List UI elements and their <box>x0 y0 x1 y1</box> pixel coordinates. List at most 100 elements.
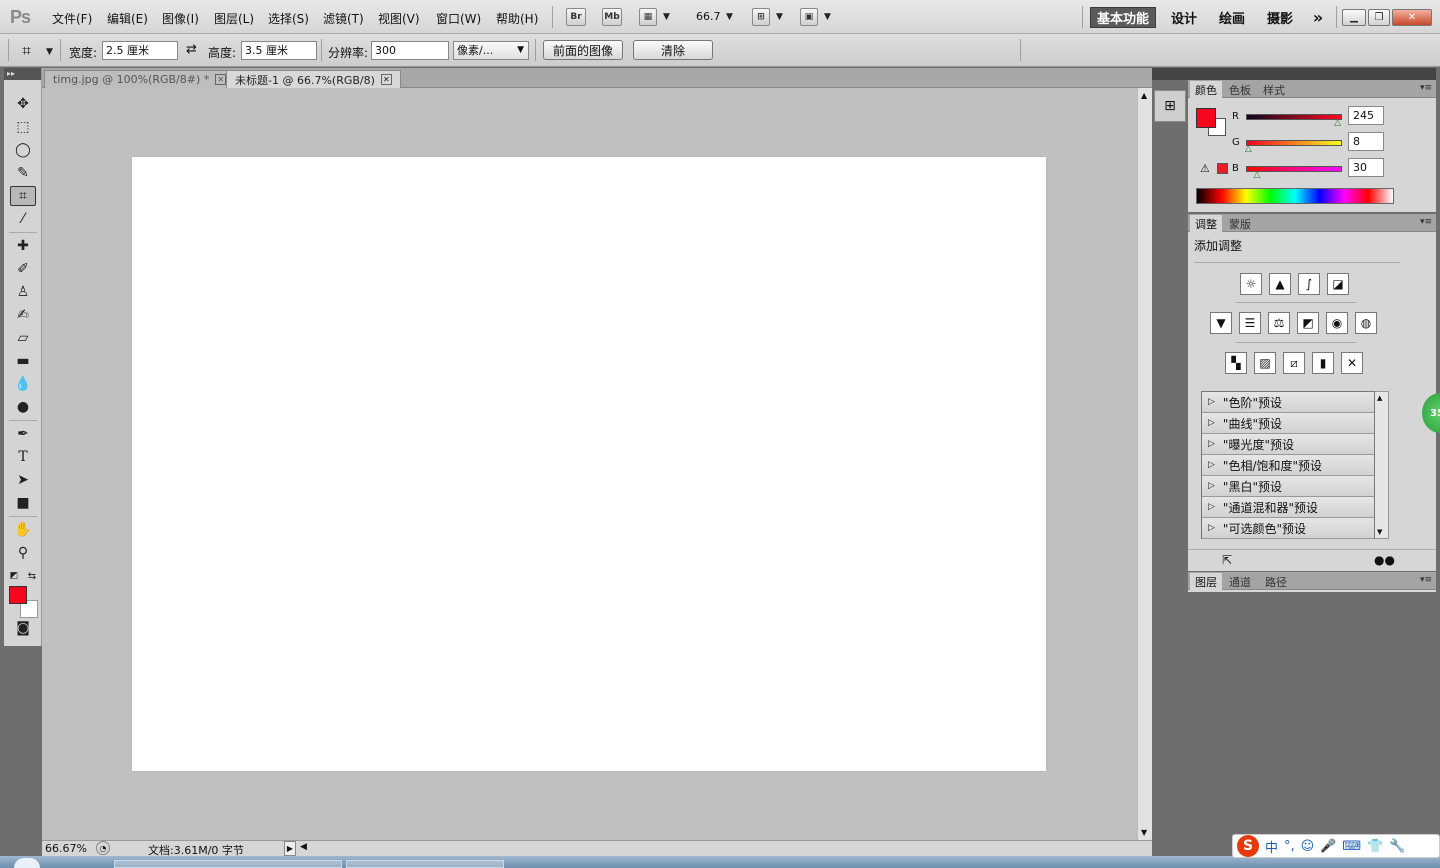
g-slider[interactable] <box>1246 140 1342 146</box>
preset-black-white[interactable]: ▷ "黑白"预设 <box>1202 476 1374 497</box>
scroll-down-icon[interactable]: ▼ <box>1141 828 1147 837</box>
status-menu-icon[interactable]: ▶ <box>284 841 296 856</box>
front-image-button[interactable]: 前面的图像 <box>543 40 623 60</box>
dodge-tool-icon[interactable]: ● <box>10 397 36 417</box>
healing-brush-tool-icon[interactable]: ✚ <box>10 236 36 256</box>
tab-timg[interactable]: timg.jpg @ 100%(RGB/8#) * ✕ <box>44 70 236 88</box>
restore-icon[interactable]: ❐ <box>1368 9 1390 26</box>
swap-colors-icon[interactable]: ⇆ <box>26 566 38 586</box>
g-slider-thumb[interactable]: △ <box>1245 144 1252 154</box>
menu-file[interactable]: 文件(F) <box>52 10 92 27</box>
r-slider-thumb[interactable]: △ <box>1334 118 1341 128</box>
status-info-icon[interactable]: ◔ <box>96 841 110 855</box>
scroll-up-icon[interactable]: ▲ <box>1141 91 1147 100</box>
gamut-color-swatch[interactable] <box>1217 163 1228 174</box>
marquee-tool-icon[interactable]: ⬚ <box>10 117 36 137</box>
resolution-input[interactable]: 300 <box>371 41 449 60</box>
foreground-color-swatch[interactable] <box>9 586 27 604</box>
brightness-contrast-icon[interactable]: ☼ <box>1240 273 1262 295</box>
canvas-area[interactable] <box>42 88 1137 840</box>
eraser-tool-icon[interactable]: ▱ <box>10 328 36 348</box>
screen-mode-icon[interactable]: ▣ <box>800 8 818 26</box>
ime-mode[interactable]: 中 <box>1265 837 1278 856</box>
document-canvas[interactable] <box>132 157 1046 771</box>
workspace-design[interactable]: 设计 <box>1166 7 1202 28</box>
width-input[interactable]: 2.5 厘米 <box>102 41 178 60</box>
wrench-icon[interactable]: 🔧 <box>1389 839 1405 854</box>
chevron-down-icon[interactable]: ▼ <box>46 47 53 57</box>
clone-stamp-tool-icon[interactable]: ♙ <box>10 282 36 302</box>
tab-swatches[interactable]: 色板 <box>1224 81 1256 98</box>
workspace-photography[interactable]: 摄影 <box>1262 7 1298 28</box>
hand-tool-icon[interactable]: ✋ <box>10 520 36 540</box>
levels-icon[interactable]: ▲ <box>1269 273 1291 295</box>
color-fg-swatch[interactable] <box>1196 108 1216 128</box>
film-icon[interactable]: ▦ <box>639 8 657 26</box>
selective-color-icon[interactable]: ✕ <box>1341 352 1363 374</box>
menu-image[interactable]: 图像(I) <box>162 10 199 27</box>
b-slider-thumb[interactable]: △ <box>1254 170 1261 180</box>
start-button[interactable] <box>14 858 40 868</box>
zoom-level[interactable]: 66.7 <box>696 10 721 23</box>
color-balance-icon[interactable]: ⚖ <box>1268 312 1290 334</box>
panel-menu-icon[interactable]: ▾≡ <box>1420 83 1432 93</box>
more-workspaces-icon[interactable]: » <box>1306 7 1330 28</box>
crop-icon[interactable]: ⌗ <box>22 41 31 61</box>
close-icon[interactable]: ✕ <box>1392 9 1432 26</box>
chevron-down-icon[interactable]: ▼ <box>824 12 831 22</box>
dock-expand-icon[interactable] <box>1152 68 1188 80</box>
default-colors-icon[interactable]: ◩ <box>8 566 20 586</box>
minimize-icon[interactable]: ▁ <box>1342 9 1366 26</box>
preset-selective-color[interactable]: ▷ "可选颜色"预设 <box>1202 518 1374 539</box>
type-tool-icon[interactable]: T <box>10 447 36 467</box>
menu-filter[interactable]: 滤镜(T) <box>323 10 364 27</box>
return-to-list-icon[interactable]: ⇱ <box>1222 553 1232 567</box>
tab-untitled[interactable]: 未标题-1 @ 66.7%(RGB/8) ✕ <box>226 70 401 88</box>
microphone-icon[interactable]: 🎤 <box>1320 839 1336 854</box>
tab-channels[interactable]: 通道 <box>1224 573 1256 590</box>
curves-icon[interactable]: ∫ <box>1298 273 1320 295</box>
posterize-icon[interactable]: ▨ <box>1254 352 1276 374</box>
menu-view[interactable]: 视图(V) <box>378 10 420 27</box>
move-tool-icon[interactable]: ✥ <box>10 94 36 114</box>
menu-select[interactable]: 选择(S) <box>268 10 309 27</box>
tab-color[interactable]: 颜色 <box>1190 81 1222 98</box>
tab-masks[interactable]: 蒙版 <box>1224 215 1256 232</box>
pen-tool-icon[interactable]: ✒ <box>10 424 36 444</box>
brush-tool-icon[interactable]: ✐ <box>10 259 36 279</box>
chevron-down-icon[interactable]: ▼ <box>726 12 733 22</box>
close-icon[interactable]: ✕ <box>215 74 227 85</box>
ime-punctuation[interactable]: °, <box>1284 839 1295 854</box>
preset-exposure[interactable]: ▷ "曝光度"预设 <box>1202 434 1374 455</box>
preset-levels[interactable]: ▷ "色阶"预设 <box>1202 392 1374 413</box>
resolution-unit-select[interactable]: 像素/... ▼ <box>453 41 529 60</box>
scroll-down-icon[interactable]: ▼ <box>1377 528 1382 536</box>
chevron-down-icon[interactable]: ▼ <box>663 12 670 22</box>
close-icon[interactable]: ✕ <box>380 74 392 85</box>
blur-tool-icon[interactable]: 💧 <box>10 374 36 394</box>
workspace-painting[interactable]: 绘画 <box>1214 7 1250 28</box>
taskbar-item[interactable] <box>114 860 342 868</box>
taskbar-item[interactable] <box>346 860 504 868</box>
swap-dimensions-icon[interactable]: ⇄ <box>186 42 197 57</box>
tab-paths[interactable]: 路径 <box>1260 573 1292 590</box>
invert-icon[interactable]: ▚ <box>1225 352 1247 374</box>
g-value-input[interactable]: 8 <box>1348 132 1384 151</box>
panel-menu-icon[interactable]: ▾≡ <box>1420 575 1432 585</box>
bridge-button[interactable]: Br <box>566 8 586 26</box>
clear-button[interactable]: 清除 <box>633 40 713 60</box>
workspace-essentials[interactable]: 基本功能 <box>1090 7 1156 28</box>
scroll-left-icon[interactable]: ◀ <box>300 842 307 852</box>
exposure-icon[interactable]: ◪ <box>1327 273 1349 295</box>
tab-adjustments[interactable]: 调整 <box>1190 215 1222 232</box>
status-zoom[interactable]: 66.67% <box>45 842 87 855</box>
menu-layer[interactable]: 图层(L) <box>214 10 254 27</box>
expand-view-icon[interactable]: ●● <box>1374 553 1395 567</box>
emoji-icon[interactable]: ☺ <box>1301 839 1315 854</box>
black-white-icon[interactable]: ◩ <box>1297 312 1319 334</box>
gradient-tool-icon[interactable]: ▬ <box>10 351 36 371</box>
color-spectrum-bar[interactable] <box>1196 188 1394 204</box>
history-brush-tool-icon[interactable]: ✍ <box>10 305 36 325</box>
shape-tool-icon[interactable]: ■ <box>10 493 36 513</box>
sogou-logo-icon[interactable]: S <box>1237 835 1259 857</box>
